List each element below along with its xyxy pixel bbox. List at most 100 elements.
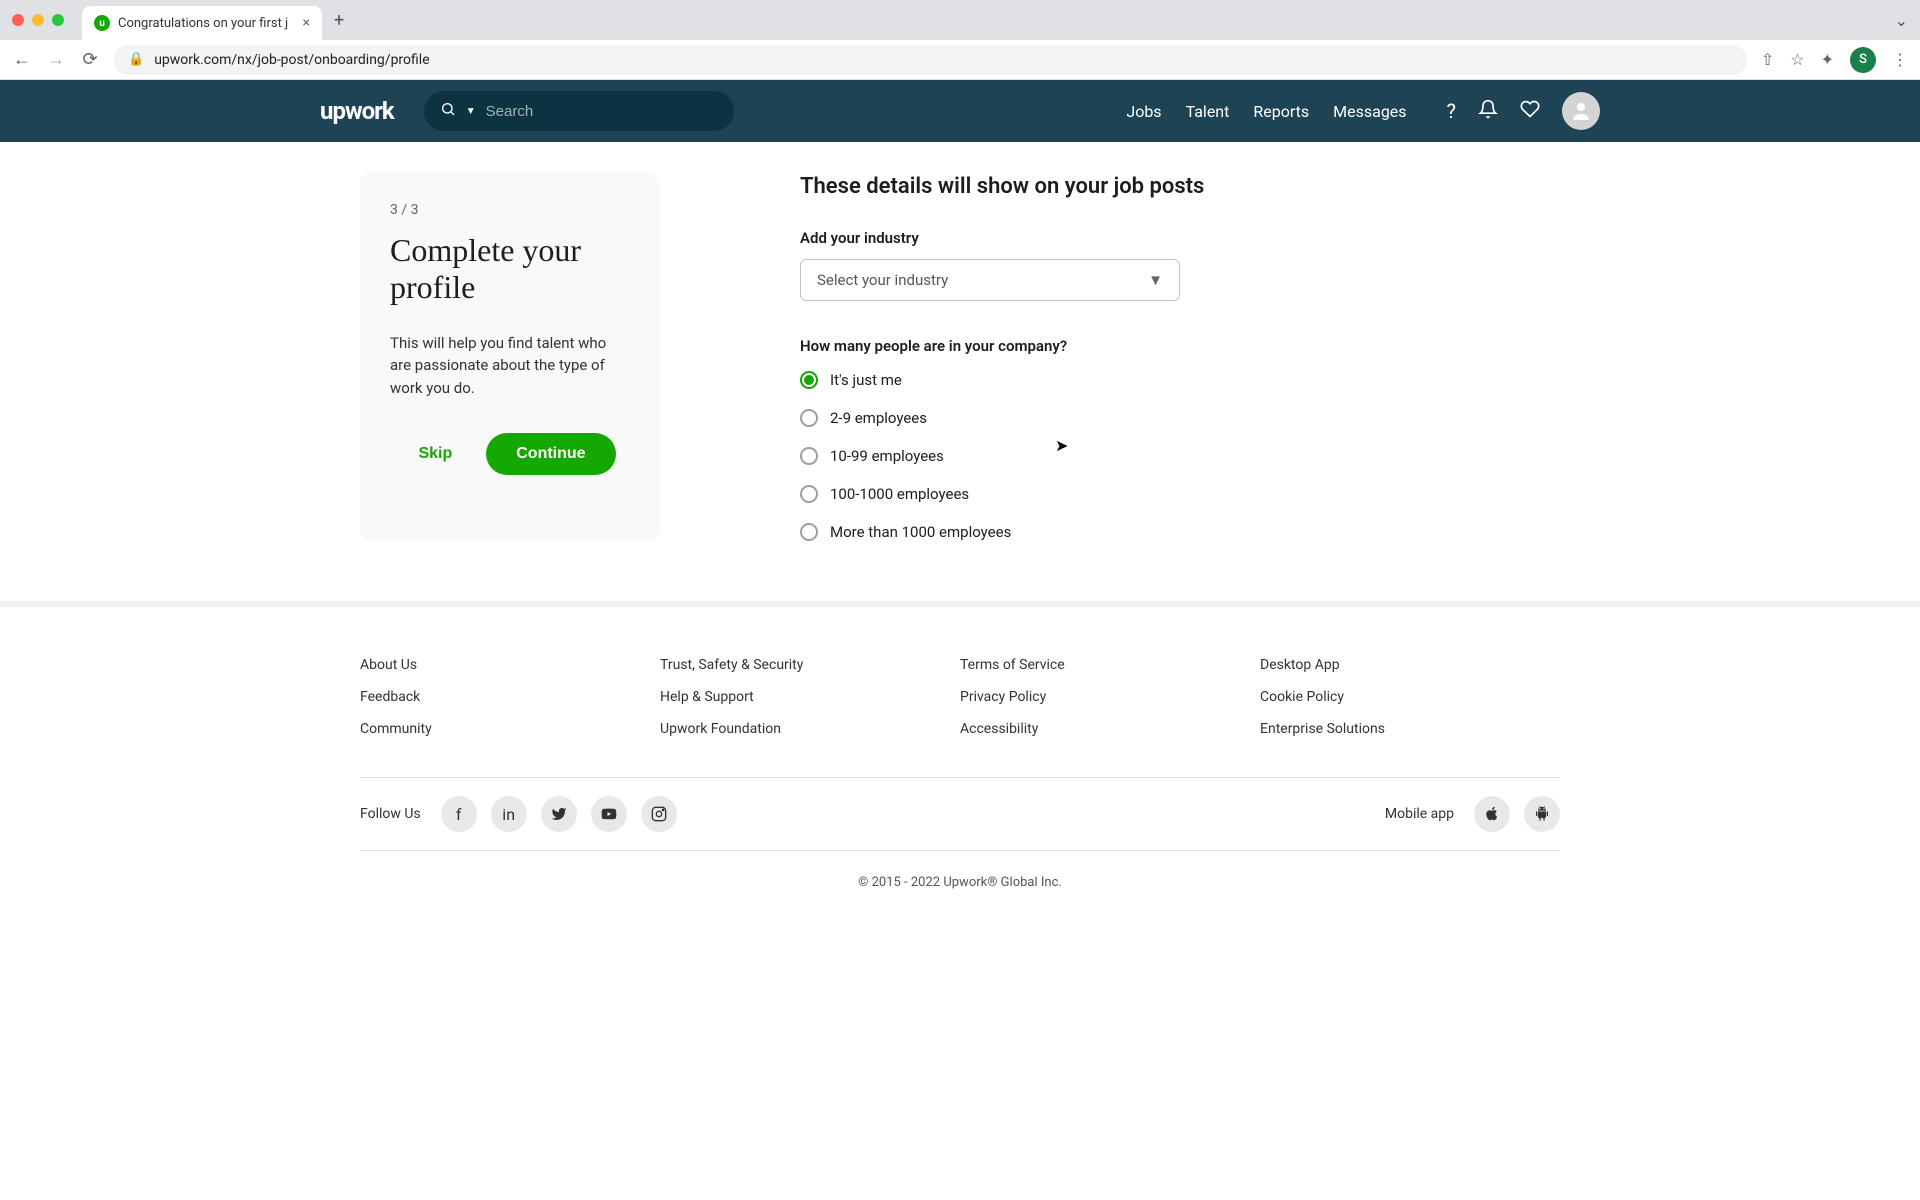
footer-link-enterprise[interactable]: Enterprise Solutions bbox=[1260, 721, 1560, 737]
close-tab-icon[interactable]: × bbox=[303, 15, 310, 31]
user-avatar[interactable] bbox=[1562, 92, 1600, 130]
radio-icon bbox=[800, 485, 818, 503]
footer-link-privacy[interactable]: Privacy Policy bbox=[960, 689, 1260, 705]
footer-link-community[interactable]: Community bbox=[360, 721, 660, 737]
search-input[interactable] bbox=[486, 103, 718, 120]
search-dropdown-icon[interactable]: ▼ bbox=[466, 106, 476, 117]
share-icon[interactable]: ⇧ bbox=[1761, 50, 1774, 69]
footer-link-trust[interactable]: Trust, Safety & Security bbox=[660, 657, 960, 673]
facebook-icon[interactable]: f bbox=[441, 796, 477, 832]
main-content: 3 / 3 Complete your profile This will he… bbox=[320, 142, 1600, 571]
instagram-icon[interactable] bbox=[641, 796, 677, 832]
new-tab-button[interactable]: + bbox=[334, 10, 344, 31]
notifications-icon[interactable] bbox=[1478, 99, 1498, 124]
card-actions: Skip Continue bbox=[390, 433, 630, 475]
browser-tab[interactable]: u Congratulations on your first j × bbox=[82, 6, 322, 40]
industry-placeholder: Select your industry bbox=[817, 271, 948, 289]
skip-button[interactable]: Skip bbox=[404, 435, 466, 473]
social-left: Follow Us f in bbox=[360, 796, 677, 832]
minimize-window-icon[interactable] bbox=[32, 14, 44, 26]
url-field[interactable]: 🔒 upwork.com/nx/job-post/onboarding/prof… bbox=[114, 45, 1747, 75]
nav-messages[interactable]: Messages bbox=[1333, 102, 1406, 121]
nav-reports[interactable]: Reports bbox=[1253, 102, 1309, 121]
close-window-icon[interactable] bbox=[12, 14, 24, 26]
upwork-logo[interactable]: upwork bbox=[320, 97, 394, 125]
window-controls bbox=[12, 14, 64, 26]
footer-col-4: Desktop App Cookie Policy Enterprise Sol… bbox=[1260, 657, 1560, 737]
radio-label: More than 1000 employees bbox=[830, 523, 1011, 541]
header-icons: ? bbox=[1447, 92, 1600, 130]
footer-link-about[interactable]: About Us bbox=[360, 657, 660, 673]
form-heading: These details will show on your job post… bbox=[800, 174, 1560, 199]
footer-link-foundation[interactable]: Upwork Foundation bbox=[660, 721, 960, 737]
radio-option-2-9[interactable]: 2-9 employees bbox=[800, 409, 1560, 427]
footer-link-terms[interactable]: Terms of Service bbox=[960, 657, 1260, 673]
footer-link-help[interactable]: Help & Support bbox=[660, 689, 960, 705]
favorites-icon[interactable] bbox=[1520, 99, 1540, 124]
youtube-icon[interactable] bbox=[591, 796, 627, 832]
radio-option-just-me[interactable]: It's just me bbox=[800, 371, 1560, 389]
android-icon[interactable] bbox=[1524, 796, 1560, 832]
radio-label: 100-1000 employees bbox=[830, 485, 969, 503]
company-size-label: How many people are in your company? bbox=[800, 337, 1560, 355]
footer-link-feedback[interactable]: Feedback bbox=[360, 689, 660, 705]
step-indicator: 3 / 3 bbox=[390, 202, 630, 218]
maximize-window-icon[interactable] bbox=[52, 14, 64, 26]
search-icon bbox=[440, 101, 456, 121]
radio-label: It's just me bbox=[830, 371, 902, 389]
social-right: Mobile app bbox=[1385, 796, 1560, 832]
browser-menu-icon[interactable]: ⋮ bbox=[1892, 50, 1908, 69]
radio-icon bbox=[800, 523, 818, 541]
card-description: This will help you find talent who are p… bbox=[390, 332, 630, 400]
radio-icon bbox=[800, 447, 818, 465]
apple-icon[interactable] bbox=[1474, 796, 1510, 832]
tab-title: Congratulations on your first j bbox=[118, 16, 295, 31]
chevron-down-icon: ▼ bbox=[1148, 271, 1163, 289]
form-column: These details will show on your job post… bbox=[800, 172, 1560, 541]
follow-label: Follow Us bbox=[360, 806, 421, 822]
search-box[interactable]: ▼ bbox=[424, 91, 734, 131]
extensions-icon[interactable]: ✦ bbox=[1821, 50, 1834, 69]
footer-col-1: About Us Feedback Community bbox=[360, 657, 660, 737]
radio-label: 2-9 employees bbox=[830, 409, 927, 427]
favicon-icon: u bbox=[94, 15, 110, 31]
card-title: Complete your profile bbox=[390, 232, 630, 306]
radio-option-100-1000[interactable]: 100-1000 employees bbox=[800, 485, 1560, 503]
company-size-radio-group: It's just me 2-9 employees 10-99 employe… bbox=[800, 371, 1560, 541]
site-header: upwork ▼ Jobs Talent Reports Messages ? bbox=[0, 80, 1920, 142]
tabs-menu-icon[interactable]: ⌄ bbox=[1895, 11, 1908, 30]
browser-actions: ⇧ ☆ ✦ S ⋮ bbox=[1761, 47, 1908, 73]
address-bar: ← → ⟳ 🔒 upwork.com/nx/job-post/onboardin… bbox=[0, 40, 1920, 80]
footer-columns: About Us Feedback Community Trust, Safet… bbox=[360, 657, 1560, 737]
copyright: © 2015 - 2022 Upwork® Global Inc. bbox=[360, 851, 1560, 890]
nav-links: Jobs Talent Reports Messages bbox=[1126, 102, 1406, 121]
continue-button[interactable]: Continue bbox=[486, 433, 615, 475]
forward-button[interactable]: → bbox=[46, 49, 66, 70]
bookmark-icon[interactable]: ☆ bbox=[1790, 50, 1804, 69]
radio-label: 10-99 employees bbox=[830, 447, 944, 465]
footer-link-cookie[interactable]: Cookie Policy bbox=[1260, 689, 1560, 705]
footer-link-desktop[interactable]: Desktop App bbox=[1260, 657, 1560, 673]
footer-link-accessibility[interactable]: Accessibility bbox=[960, 721, 1260, 737]
browser-profile-avatar[interactable]: S bbox=[1850, 47, 1876, 73]
tab-bar: u Congratulations on your first j × + ⌄ bbox=[0, 0, 1920, 40]
radio-option-1000-plus[interactable]: More than 1000 employees bbox=[800, 523, 1560, 541]
nav-talent[interactable]: Talent bbox=[1186, 102, 1230, 121]
footer-social-row: Follow Us f in Mobile app bbox=[360, 777, 1560, 851]
industry-label: Add your industry bbox=[800, 229, 1560, 247]
onboarding-card: 3 / 3 Complete your profile This will he… bbox=[360, 172, 660, 541]
browser-chrome: u Congratulations on your first j × + ⌄ … bbox=[0, 0, 1920, 80]
radio-option-10-99[interactable]: 10-99 employees bbox=[800, 447, 1560, 465]
footer-col-2: Trust, Safety & Security Help & Support … bbox=[660, 657, 960, 737]
radio-icon bbox=[800, 371, 818, 389]
linkedin-icon[interactable]: in bbox=[491, 796, 527, 832]
mobile-label: Mobile app bbox=[1385, 806, 1454, 822]
radio-icon bbox=[800, 409, 818, 427]
industry-select[interactable]: Select your industry ▼ bbox=[800, 259, 1180, 301]
help-icon[interactable]: ? bbox=[1447, 99, 1456, 123]
twitter-icon[interactable] bbox=[541, 796, 577, 832]
reload-button[interactable]: ⟳ bbox=[80, 49, 100, 70]
footer: About Us Feedback Community Trust, Safet… bbox=[0, 601, 1920, 920]
nav-jobs[interactable]: Jobs bbox=[1126, 102, 1161, 121]
back-button[interactable]: ← bbox=[12, 49, 32, 70]
